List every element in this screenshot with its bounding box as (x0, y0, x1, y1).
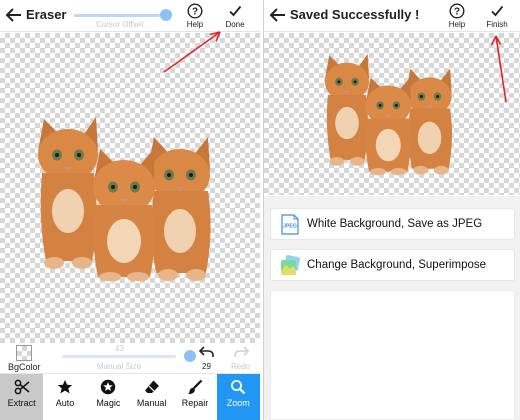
tool-manual[interactable]: Manual (130, 374, 173, 420)
page-title: Eraser (26, 7, 67, 22)
cursor-offset-slider-thumb[interactable] (160, 9, 172, 21)
finish-button[interactable]: Finish (482, 2, 512, 31)
eraser-tool-bar: Extract Auto Magic Manual Repair Zoom (0, 373, 260, 420)
preview-canvas (264, 33, 520, 195)
checkmark-icon (229, 5, 242, 17)
checkmark-icon (491, 5, 504, 17)
save-jpeg-label: White Background, Save as JPEG (307, 218, 483, 230)
manual-size-label: Manual Size (97, 362, 142, 371)
back-arrow-icon[interactable] (268, 5, 288, 25)
kitten-middle (93, 149, 155, 281)
tool-zoom-label: Zoom (226, 398, 250, 408)
eraser-icon (144, 380, 159, 393)
change-background-option[interactable]: Change Background, Superimpose (270, 249, 515, 281)
tool-magic-label: Magic (96, 398, 121, 408)
eraser-screen: Eraser Cursor Offset ? Help Done BgColor… (0, 0, 260, 420)
jpeg-icon-text: JPEG (283, 224, 297, 230)
save-jpeg-option[interactable]: JPEG White Background, Save as JPEG (270, 208, 515, 240)
redo-icon (234, 346, 250, 357)
empty-content-area (270, 290, 515, 420)
svg-text:?: ? (454, 7, 460, 18)
tool-extract-label: Extract (7, 398, 36, 408)
undo-icon (198, 346, 214, 357)
tool-magic[interactable]: Magic (87, 374, 130, 420)
help-label: Help (448, 20, 466, 29)
manual-size-value: 43 (115, 344, 124, 353)
tool-manual-label: Manual (136, 398, 167, 408)
help-icon: ? (449, 3, 465, 19)
tool-auto[interactable]: Auto (43, 374, 86, 420)
cursor-offset-label: Cursor Offset (96, 20, 144, 29)
redo-label: Redo (231, 362, 251, 371)
finish-label: Finish (486, 20, 508, 29)
eraser-toolbar: Eraser Cursor Offset ? Help Done (0, 0, 260, 32)
tool-repair[interactable]: Repair (173, 374, 216, 420)
manual-size-slider-thumb[interactable] (184, 350, 196, 362)
kitten-right (405, 68, 453, 175)
bgcolor-label: BgColor (8, 362, 41, 372)
tool-auto-label: Auto (55, 398, 75, 408)
page-title: Saved Successfully ! (290, 7, 420, 22)
svg-text:?: ? (192, 7, 198, 18)
brush-icon (187, 379, 203, 395)
editing-canvas[interactable] (0, 33, 260, 343)
help-button[interactable]: ? Help (180, 2, 210, 31)
help-icon: ? (187, 3, 203, 19)
tool-zoom[interactable]: Zoom (216, 374, 260, 420)
app-screenshots: Eraser Cursor Offset ? Help Done BgColor… (0, 0, 520, 420)
eraser-controls: BgColor 43 Manual Size 29 Redo (0, 343, 260, 373)
tool-repair-label: Repair (181, 398, 209, 408)
help-button[interactable]: ? Help (442, 2, 472, 31)
bgcolor-button[interactable] (16, 345, 32, 361)
magnifier-icon (231, 380, 246, 395)
layers-image-icon (281, 255, 300, 275)
kitten-right (148, 137, 211, 281)
back-arrow-icon[interactable] (4, 5, 24, 25)
done-button[interactable]: Done (220, 2, 250, 31)
kittens-preview-image (324, 53, 453, 176)
change-background-label: Change Background, Superimpose (307, 259, 487, 271)
scissors-icon (14, 379, 30, 395)
jpeg-file-icon: JPEG (281, 214, 299, 235)
kittens-image (38, 117, 211, 281)
manual-size-slider[interactable] (62, 355, 176, 358)
tool-extract[interactable]: Extract (0, 374, 44, 420)
saved-screen: Saved Successfully ! ? Help Finish JPEG … (263, 0, 520, 420)
kitten-left (324, 53, 370, 166)
kitten-left (38, 117, 98, 269)
help-label: Help (186, 20, 204, 29)
magic-star-icon (101, 379, 116, 395)
star-icon (57, 380, 73, 394)
save-options: JPEG White Background, Save as JPEG Chan… (264, 196, 520, 420)
done-label: Done (225, 20, 245, 29)
kitten-middle (365, 77, 412, 176)
cursor-offset-slider[interactable] (74, 14, 160, 17)
undo-count: 29 (202, 362, 211, 371)
saved-toolbar: Saved Successfully ! ? Help Finish (264, 0, 520, 32)
